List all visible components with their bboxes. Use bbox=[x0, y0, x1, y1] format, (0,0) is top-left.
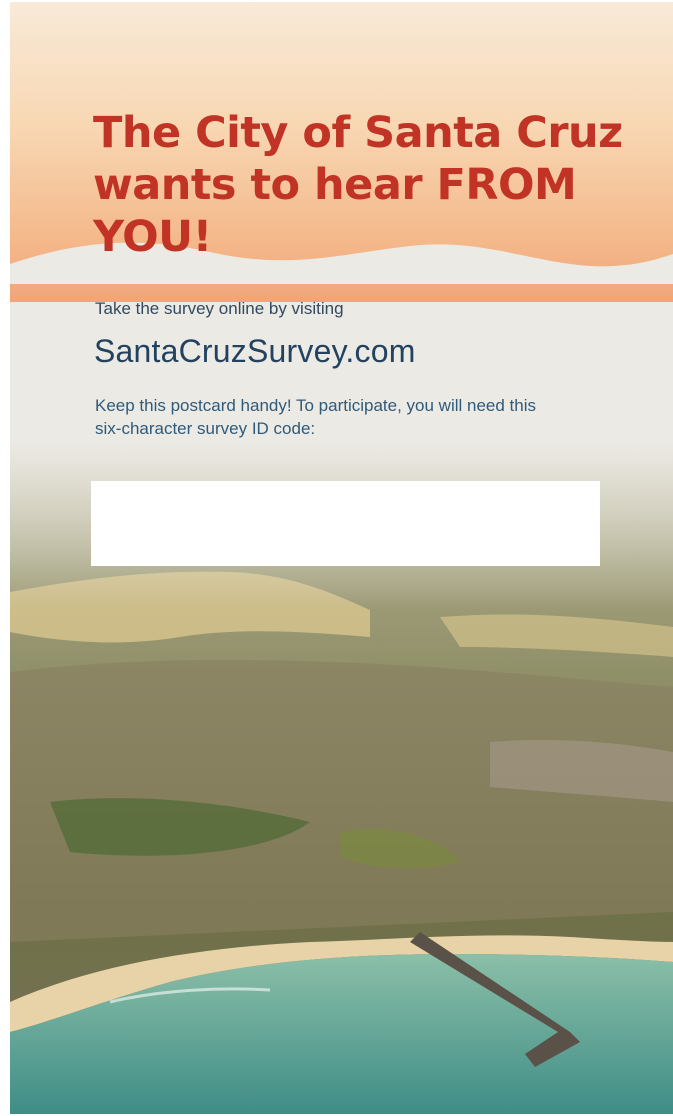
survey-url: SantaCruzSurvey.com bbox=[94, 333, 416, 369]
postcard: The City of Santa Cruz wants to hear FRO… bbox=[10, 2, 673, 1114]
headline: The City of Santa Cruz wants to hear FRO… bbox=[93, 107, 653, 263]
headline-line-1: The City of Santa Cruz bbox=[93, 108, 623, 158]
survey-id-code-box bbox=[91, 481, 600, 566]
survey-intro-text: Take the survey online by visiting bbox=[95, 299, 344, 318]
headline-line-2: wants to hear FROM YOU! bbox=[93, 160, 577, 262]
survey-instructions: Keep this postcard handy! To participate… bbox=[95, 396, 537, 438]
